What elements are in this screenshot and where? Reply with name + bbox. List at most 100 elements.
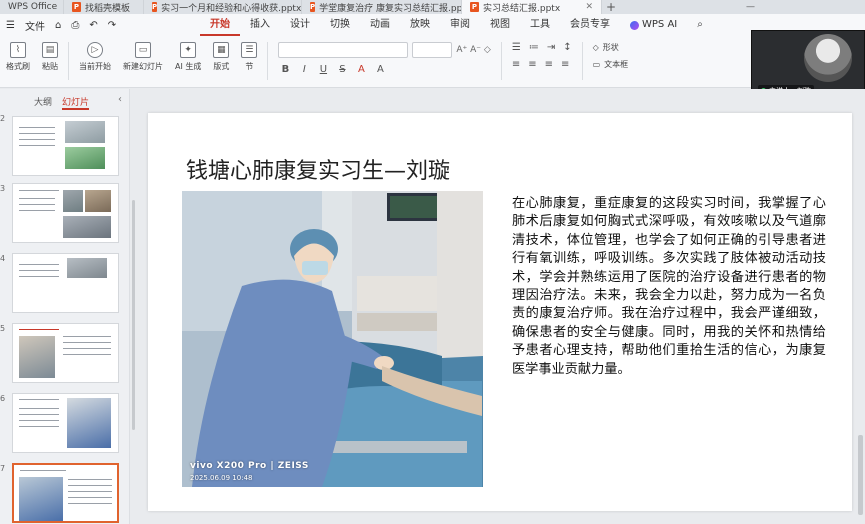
section-button[interactable]: ☰ 节 bbox=[235, 42, 263, 72]
slide-thumbnail-5[interactable] bbox=[12, 323, 119, 383]
canvas-scrollbar[interactable] bbox=[858, 435, 863, 515]
tab-template[interactable]: P 找稻壳模板 bbox=[64, 0, 144, 14]
presenter-avatar bbox=[804, 34, 852, 82]
justify-icon[interactable]: ≡ bbox=[561, 59, 569, 70]
bold-button[interactable]: B bbox=[280, 64, 290, 75]
shape-button[interactable]: ◇ 形状 bbox=[593, 42, 629, 53]
divider bbox=[581, 42, 583, 80]
slide-number: 6 bbox=[0, 394, 6, 403]
slide[interactable]: 钱塘心肺康复实习生—刘璇 vivo X200 Pro | ZEISS 2025.… bbox=[148, 113, 852, 511]
bullets-icon[interactable]: ☰ bbox=[512, 42, 521, 53]
clinical-photo-illustration bbox=[182, 191, 483, 487]
italic-button[interactable]: I bbox=[299, 64, 309, 75]
menu-home[interactable]: 开始 bbox=[200, 14, 240, 36]
menu-member[interactable]: 会员专享 bbox=[560, 14, 620, 36]
menu-tools[interactable]: 工具 bbox=[520, 14, 560, 36]
font-color-button[interactable]: A bbox=[356, 64, 366, 75]
ribbon-toolbar: ⌇ 格式刷 ▤ 粘贴 ▷ 当前开始 ▭ 新建幻灯片 ✦ AI 生成 ▦ 版式 ☰… bbox=[0, 36, 865, 88]
new-slide-button[interactable]: ▭ 新建幻灯片 bbox=[117, 42, 169, 72]
layout-icon: ▦ bbox=[213, 42, 230, 58]
slide-photo[interactable]: vivo X200 Pro | ZEISS 2025.06.09 10:48 bbox=[182, 191, 483, 487]
thumbnail-scrollbar[interactable] bbox=[132, 200, 135, 430]
slide-number: 2 bbox=[0, 114, 6, 123]
photo-watermark: vivo X200 Pro | ZEISS bbox=[190, 461, 309, 471]
slide-thumbnail-7[interactable] bbox=[12, 463, 119, 523]
font-group: A⁺ A⁻ ◇ B I U S A A bbox=[272, 42, 496, 75]
start-current-button[interactable]: ▷ 当前开始 bbox=[73, 42, 117, 72]
slide-thumbnail-6[interactable] bbox=[12, 393, 119, 453]
new-slide-icon: ▭ bbox=[135, 42, 151, 58]
menu-view[interactable]: 视图 bbox=[480, 14, 520, 36]
slide-thumbnail-2[interactable] bbox=[12, 116, 119, 176]
align-center-icon[interactable]: ≡ bbox=[528, 59, 536, 70]
tab-document-active[interactable]: P 实习总结汇报.pptx ✕ bbox=[462, 0, 602, 14]
divider bbox=[68, 42, 69, 80]
new-tab-button[interactable]: + bbox=[602, 0, 620, 14]
align-right-icon[interactable]: ≡ bbox=[545, 59, 553, 70]
line-spacing-icon[interactable]: ↕ bbox=[563, 42, 571, 53]
font-family-select[interactable] bbox=[278, 42, 409, 58]
close-tab-icon[interactable]: ✕ bbox=[585, 2, 593, 12]
tab-document-2[interactable]: P 学堂康复治疗 康复实习总结汇报.pptx bbox=[302, 0, 462, 14]
undo-icon[interactable]: ↶ bbox=[89, 20, 97, 31]
align-left-icon[interactable]: ≡ bbox=[512, 59, 520, 70]
numbering-icon[interactable]: ≔ bbox=[529, 42, 539, 53]
title-tab-bar: WPS Office P 找稻壳模板 P 实习一个月和经验和心得收获.pptx … bbox=[0, 0, 865, 14]
menu-wps-ai[interactable]: WPS AI bbox=[620, 14, 687, 36]
ppt-file-icon: P bbox=[310, 2, 316, 12]
font-grow-icon[interactable]: A⁺ A⁻ ◇ bbox=[456, 45, 490, 55]
ppt-file-icon: P bbox=[152, 2, 158, 12]
indent-icon[interactable]: ⇥ bbox=[547, 42, 555, 53]
minimize-icon[interactable]: — bbox=[746, 2, 755, 12]
tab-wps-office[interactable]: WPS Office bbox=[0, 0, 64, 14]
layout-button[interactable]: ▦ 版式 bbox=[207, 42, 235, 72]
home-icon[interactable]: ⌂ bbox=[55, 20, 61, 31]
redo-icon[interactable]: ↷ bbox=[108, 20, 116, 31]
section-icon: ☰ bbox=[241, 42, 258, 58]
hamburger-menu-icon[interactable]: ☰ bbox=[6, 20, 15, 31]
slide-number: 7 bbox=[0, 464, 6, 473]
highlight-button[interactable]: A bbox=[375, 64, 385, 75]
slide-body-text[interactable]: 在心肺康复，重症康复的这段实习时间，我掌握了心肺术后康复如何胸式式深呼吸，有效咳… bbox=[512, 195, 826, 379]
play-icon: ▷ bbox=[87, 42, 103, 58]
menu-transition[interactable]: 切换 bbox=[320, 14, 360, 36]
ppt-file-icon: P bbox=[470, 2, 479, 12]
slide-number: 5 bbox=[0, 324, 6, 333]
menu-insert[interactable]: 插入 bbox=[240, 14, 280, 36]
search-icon[interactable]: ⌕ bbox=[687, 14, 713, 36]
font-size-select[interactable] bbox=[412, 42, 453, 58]
file-menu[interactable]: 文件 bbox=[25, 18, 45, 33]
divider bbox=[267, 42, 269, 80]
print-icon[interactable]: ⎙ bbox=[71, 20, 79, 31]
textbox-button[interactable]: ▭ 文本框 bbox=[593, 59, 629, 70]
slide-thumbnail-4[interactable] bbox=[12, 253, 119, 313]
slide-navigation-panel: 大纲 幻灯片 ‹ 2 3 4 5 6 7 bbox=[0, 89, 130, 524]
menu-design[interactable]: 设计 bbox=[280, 14, 320, 36]
ai-generate-icon: ✦ bbox=[180, 42, 197, 58]
quick-access: ☰ 文件 ⌂ ⎙ ↶ ↷ bbox=[0, 18, 200, 33]
ai-generate-button[interactable]: ✦ AI 生成 bbox=[169, 42, 207, 72]
paste-icon: ▤ bbox=[42, 42, 58, 58]
underline-button[interactable]: U bbox=[318, 64, 328, 75]
textbox-icon: ▭ bbox=[592, 60, 601, 69]
ppt-file-icon: P bbox=[72, 2, 81, 12]
format-marks: B I U S A A bbox=[278, 64, 490, 75]
menu-animation[interactable]: 动画 bbox=[360, 14, 400, 36]
paste-button[interactable]: ▤ 粘贴 bbox=[36, 42, 64, 72]
shape-icon: ◇ bbox=[592, 43, 599, 52]
slide-number: 3 bbox=[0, 184, 6, 193]
tab-document-1[interactable]: P 实习一个月和经验和心得收获.pptx bbox=[144, 0, 302, 14]
slide-thumbnail-3[interactable] bbox=[12, 183, 119, 243]
format-painter-button[interactable]: ⌇ 格式刷 bbox=[0, 42, 36, 72]
slide-title[interactable]: 钱塘心肺康复实习生—刘璇 bbox=[186, 153, 450, 185]
menu-slideshow[interactable]: 放映 bbox=[400, 14, 440, 36]
tab-slides[interactable]: 幻灯片 bbox=[62, 95, 90, 110]
divider bbox=[500, 42, 502, 80]
window-controls: — bbox=[746, 0, 865, 14]
ai-icon bbox=[630, 20, 639, 30]
tab-outline[interactable]: 大纲 bbox=[34, 95, 52, 110]
collapse-panel-icon[interactable]: ‹ bbox=[118, 94, 122, 105]
menu-review[interactable]: 审阅 bbox=[440, 14, 480, 36]
photo-timestamp: 2025.06.09 10:48 bbox=[190, 474, 253, 482]
strikethrough-button[interactable]: S bbox=[337, 64, 347, 75]
